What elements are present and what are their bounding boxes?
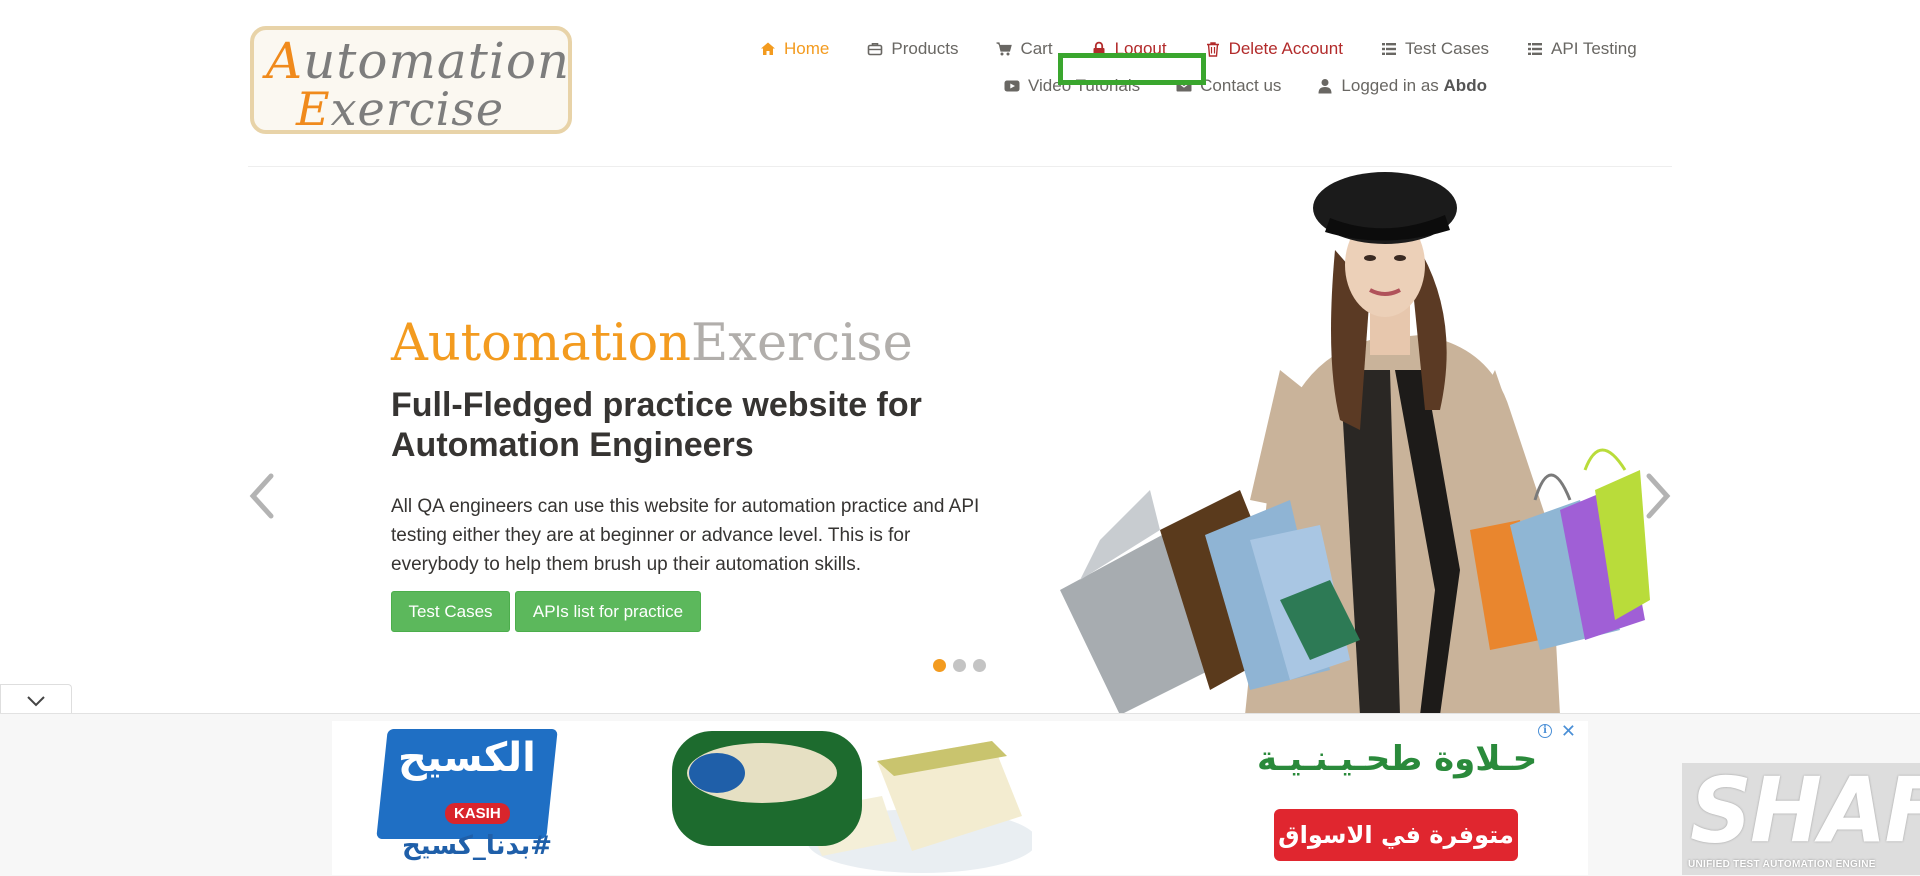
carousel-dot-3[interactable] bbox=[973, 659, 986, 672]
list-icon bbox=[1381, 43, 1396, 55]
trash-icon bbox=[1206, 42, 1219, 57]
shaft-word: SHAFT bbox=[1690, 763, 1920, 864]
kasih-hashtag: #بدنا_كسيح bbox=[402, 831, 553, 861]
close-icon[interactable]: ✕ bbox=[1561, 721, 1576, 742]
nav-api-testing[interactable]: API Testing bbox=[1527, 39, 1637, 59]
nav-delete-account-label: Delete Account bbox=[1228, 39, 1343, 58]
slider-brand-part2: Exercise bbox=[691, 314, 913, 373]
nav-logged-in-as: Logged in as Abdo bbox=[1317, 76, 1487, 96]
slider-headline: Full-Fledged practice website for Automa… bbox=[391, 386, 922, 464]
carousel-prev-icon[interactable] bbox=[247, 470, 277, 522]
ad-banner[interactable]: الكسيح KASIH #بدنا_كسيح حـلاوة طحـيـنـيـ… bbox=[332, 721, 1588, 875]
cart-icon bbox=[996, 42, 1013, 56]
nav-test-cases-label: Test Cases bbox=[1404, 39, 1490, 58]
info-icon[interactable]: i bbox=[1538, 724, 1552, 738]
logo-line2: xercise bbox=[330, 82, 505, 134]
site-logo[interactable]: Automation Exercise bbox=[250, 26, 572, 134]
carousel-indicators bbox=[933, 659, 986, 672]
logo-cap-e: E bbox=[296, 82, 331, 134]
apis-list-button[interactable]: APIs list for practice bbox=[515, 591, 701, 632]
nav-video-tutorials[interactable]: Video Tutorials bbox=[1004, 76, 1140, 96]
hero-girl-image bbox=[1060, 172, 1650, 715]
list-icon bbox=[1528, 43, 1543, 55]
ad-collapse-toggle[interactable] bbox=[0, 684, 72, 714]
nav-home[interactable]: Home bbox=[760, 39, 829, 59]
slider-brand-part1: Automation bbox=[391, 314, 691, 373]
logged-in-username: Abdo bbox=[1443, 76, 1487, 95]
nav-cart[interactable]: Cart bbox=[996, 39, 1053, 59]
kasih-english-badge: KASIH bbox=[445, 803, 510, 824]
lock-icon bbox=[1093, 41, 1105, 56]
slider-description: All QA engineers can use this website fo… bbox=[391, 496, 980, 575]
nav-test-cases[interactable]: Test Cases bbox=[1381, 39, 1489, 59]
nav-products-label: Products bbox=[891, 39, 959, 58]
nav-logout[interactable]: Logout bbox=[1091, 39, 1167, 59]
nav-cart-label: Cart bbox=[1020, 39, 1053, 58]
nav-delete-account[interactable]: Delete Account bbox=[1205, 39, 1343, 59]
nav-row-1: Home Products Cart Logout Delete Account… bbox=[760, 36, 1637, 62]
kasih-arabic-text: الكسيح bbox=[398, 735, 536, 781]
halva-title: حـلاوة طحـيـنـيـة bbox=[1257, 739, 1538, 779]
home-icon bbox=[761, 42, 775, 55]
nav-row-2: Video Tutorials Contact us Logged in as … bbox=[1004, 73, 1487, 99]
nav-contact-us[interactable]: Contact us bbox=[1176, 76, 1281, 96]
test-cases-button[interactable]: Test Cases bbox=[391, 591, 510, 632]
halva-available-button[interactable]: متوفرة في الاسواق bbox=[1274, 809, 1518, 861]
nav-home-label: Home bbox=[784, 39, 830, 58]
briefcase-icon bbox=[868, 43, 883, 56]
youtube-icon bbox=[1004, 80, 1020, 92]
halva-product-image bbox=[672, 731, 1032, 873]
logged-in-prefix: Logged in as bbox=[1341, 76, 1439, 95]
slider-brand: AutomationExercise bbox=[391, 314, 913, 374]
shaft-subtitle: UNIFIED TEST AUTOMATION ENGINE bbox=[1688, 859, 1876, 870]
shaft-watermark: SHAFT UNIFIED TEST AUTOMATION ENGINE bbox=[1682, 763, 1920, 875]
nav-products[interactable]: Products bbox=[867, 39, 958, 59]
nav-contact-us-label: Contact us bbox=[1200, 76, 1282, 95]
user-icon bbox=[1318, 79, 1332, 94]
chevron-down-icon bbox=[27, 696, 45, 707]
envelope-icon bbox=[1176, 81, 1192, 92]
nav-api-testing-label: API Testing bbox=[1551, 39, 1637, 58]
carousel-dot-1[interactable] bbox=[933, 659, 946, 672]
nav-logout-label: Logout bbox=[1114, 39, 1167, 58]
carousel-dot-2[interactable] bbox=[953, 659, 966, 672]
nav-video-tutorials-label: Video Tutorials bbox=[1028, 76, 1141, 95]
